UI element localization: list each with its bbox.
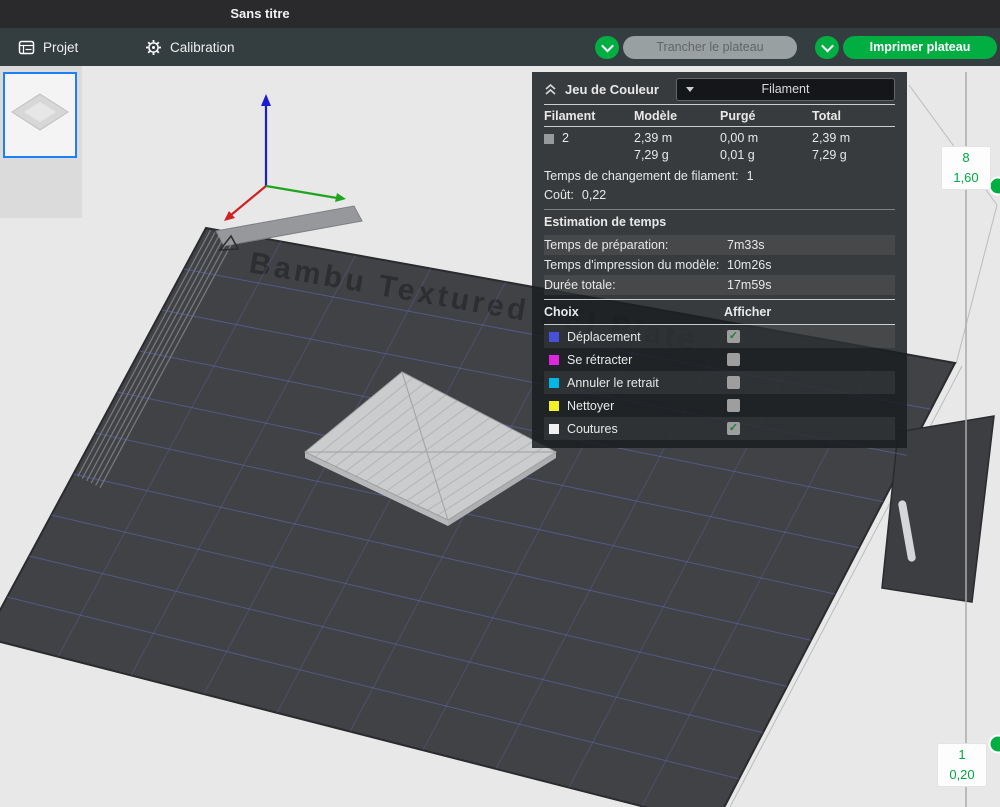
axis-y-arrow [335, 193, 346, 202]
collapse-panel-icon[interactable] [544, 84, 557, 95]
slice-options-dropdown-button[interactable] [595, 36, 619, 59]
main-toolbar: Projet Calibration Trancher le plateau [0, 28, 1000, 66]
layer-slider-bottom-value: 1 0,20 [937, 743, 987, 787]
plate-thumbnail-selected[interactable] [3, 72, 77, 158]
layer-slider-handle-top[interactable] [990, 178, 1000, 195]
print-options-dropdown-button[interactable] [815, 36, 839, 59]
layer-slider-handle-bottom[interactable] [990, 736, 1000, 753]
preview-3d-viewport[interactable]: Bambu Textured PEI Plate [0, 66, 1000, 807]
legend-swatch [549, 355, 559, 365]
project-label: Projet [43, 40, 78, 55]
print-plate-button[interactable]: Imprimer plateau [843, 36, 997, 59]
legend-checkbox[interactable] [727, 376, 740, 389]
legend-swatch [549, 401, 559, 411]
project-icon [18, 39, 35, 56]
filament-table-row: 2 2,39 m 7,29 g 0,00 m 0,01 g 2,39 m 7,2… [544, 127, 895, 167]
color-scheme-panel: Jeu de Couleur Filament Filament Modèle … [532, 72, 907, 448]
legend-row-annuler-retrait[interactable]: Annuler le retrait [544, 371, 895, 394]
chevron-down-icon [821, 39, 834, 52]
slice-plate-button[interactable]: Trancher le plateau [623, 36, 797, 59]
window-titlebar: Sans titre [0, 0, 1000, 28]
legend-row-coutures[interactable]: Coutures ✓ [544, 417, 895, 440]
cost-row: Coût: 0,22 [544, 186, 895, 205]
plate-thumbnail-image [5, 74, 75, 154]
filament-id: 2 [562, 130, 569, 147]
legend-checkbox[interactable]: ✓ [727, 422, 740, 435]
view-mode-dropdown[interactable]: Filament [676, 78, 895, 101]
calibration-label: Calibration [170, 40, 235, 55]
plate-top-tab [216, 206, 362, 246]
legend-checkbox[interactable] [727, 399, 740, 412]
plate-thumbnail-strip [0, 66, 82, 218]
filament-swatch [544, 134, 554, 144]
gear-icon [145, 39, 162, 56]
legend-header: Choix Afficher [544, 300, 895, 324]
chevron-down-icon [601, 39, 614, 52]
axis-gizmo [224, 94, 346, 221]
filament-change-count: Temps de changement de filament: 1 [544, 167, 895, 186]
filament-table-header: Filament Modèle Purgé Total [544, 105, 895, 126]
legend-swatch [549, 424, 559, 434]
calibration-menu-item[interactable]: Calibration [145, 28, 235, 66]
legend-row-nettoyer[interactable]: Nettoyer [544, 394, 895, 417]
time-row: Temps de préparation:7m33s [544, 235, 895, 255]
legend-checkbox[interactable] [727, 353, 740, 366]
legend-row-deplacement[interactable]: Déplacement ✓ [544, 325, 895, 348]
window-title: Sans titre [190, 0, 330, 28]
project-menu-item[interactable]: Projet [18, 28, 78, 66]
view-mode-value: Filament [762, 82, 810, 96]
legend-swatch [549, 332, 559, 342]
app-window: Sans titre Projet C [0, 0, 1000, 807]
time-row: Durée totale:17m59s [544, 275, 895, 295]
toolbar-actions: Trancher le plateau Imprimer plateau [595, 28, 997, 66]
legend-row-retracter[interactable]: Se rétracter [544, 348, 895, 371]
layer-slider-top-value: 8 1,60 [941, 146, 991, 190]
axis-z-arrow [261, 94, 271, 106]
legend-swatch [549, 378, 559, 388]
time-row: Temps d'impression du modèle:10m26s [544, 255, 895, 275]
legend-checkbox[interactable]: ✓ [727, 330, 740, 343]
time-estimate-title: Estimation de temps [544, 210, 895, 235]
panel-title: Jeu de Couleur [565, 82, 659, 97]
chevron-down-icon [686, 87, 694, 92]
